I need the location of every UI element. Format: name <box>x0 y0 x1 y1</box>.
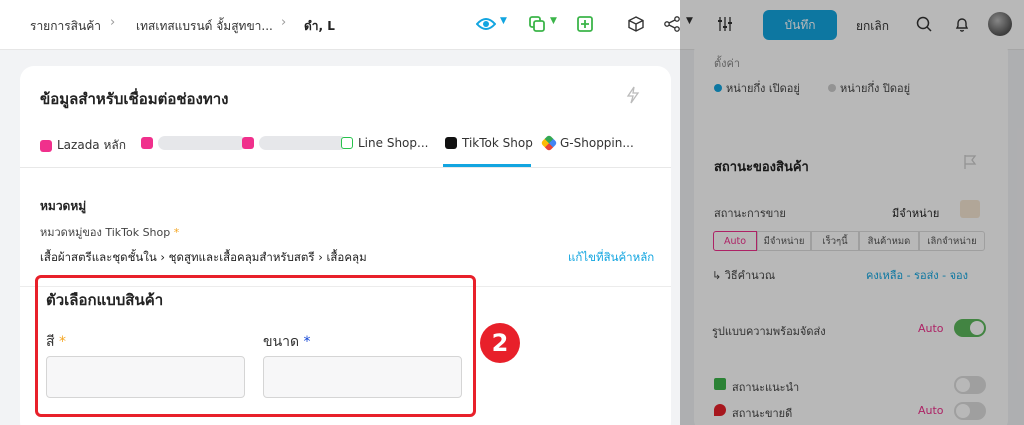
chip-available[interactable]: มีจำหน่าย <box>757 231 811 251</box>
settings-label: ตั้งค่า <box>714 57 741 70</box>
required-mark: * <box>303 334 311 350</box>
color-field[interactable] <box>46 356 245 398</box>
avatar[interactable] <box>988 12 1012 36</box>
radio-closed[interactable]: หน่ายกึ่ง ปิดอยู่ <box>828 79 910 97</box>
label-text: ขนาด <box>263 334 300 350</box>
card-title: ข้อมูลสำหรับเชื่อมต่อช่องทาง <box>40 90 229 108</box>
shipping-readiness-value: Auto <box>918 322 944 335</box>
radio-open[interactable]: หน่ายกึ่ง เปิดอยู่ <box>714 79 800 97</box>
calc-method-value[interactable]: คงเหลือ - รอส่ง - จอง <box>866 266 968 284</box>
lazada-icon <box>40 139 52 152</box>
tab-label: G-Shoppin... <box>560 136 634 150</box>
chip-auto[interactable]: Auto <box>713 231 757 251</box>
tab-lazada-3[interactable] <box>242 136 347 150</box>
bell-icon[interactable] <box>952 14 972 34</box>
tab-label: Line Shop... <box>358 136 429 150</box>
tab-lazada-2[interactable] <box>141 136 246 150</box>
redacted-label <box>158 136 246 150</box>
radio-checked-icon <box>714 84 722 92</box>
tab-lazada-main[interactable]: Lazada หลัก <box>40 136 126 155</box>
radio-label: หน่ายกึ่ง ปิดอยู่ <box>840 82 911 95</box>
bestseller-value: Auto <box>918 404 944 417</box>
radio-unchecked-icon <box>828 84 836 92</box>
size-label: ขนาด * <box>263 331 311 353</box>
chip-out-of-stock[interactable]: สินค้าหมด <box>859 231 919 251</box>
sale-status-value: มีจำหน่าย <box>892 207 940 220</box>
tiktok-category-label: หมวดหมู่ของ TikTok Shop * <box>40 223 179 241</box>
redacted-label <box>259 136 347 150</box>
lazada-icon <box>242 137 254 149</box>
share-icon[interactable] <box>662 14 682 34</box>
lazada-icon <box>141 137 153 149</box>
calc-method-label: ↳ วิธีคำนวณ <box>712 269 776 282</box>
line-shop-icon <box>341 137 353 149</box>
chip-coming-soon[interactable]: เร็วๆนี้ <box>811 231 859 251</box>
toggle-knob <box>970 321 984 335</box>
save-button[interactable]: บันทึก <box>763 10 837 40</box>
breadcrumb-separator: › <box>110 15 116 30</box>
breadcrumb-separator: › <box>281 15 287 30</box>
search-icon[interactable] <box>914 14 934 34</box>
active-tab-indicator <box>443 164 531 167</box>
shipping-readiness-label: รูปแบบความพร้อมจัดส่ง <box>712 325 826 338</box>
eye-icon[interactable] <box>476 14 496 34</box>
box-icon[interactable] <box>626 14 646 34</box>
add-icon[interactable] <box>575 14 595 34</box>
step-badge: 2 <box>480 323 520 363</box>
bolt-icon[interactable] <box>626 86 640 107</box>
breadcrumb-product[interactable]: เทสเทสแบรนด์ จั้มสูทขา... <box>136 17 273 36</box>
variant-options-title: ตัวเลือกแบบสินค้า <box>46 291 164 309</box>
label-text: วิธีคำนวณ <box>724 269 776 282</box>
chevron-down-icon[interactable]: ▼ <box>500 16 507 26</box>
category-heading: หมวดหมู่ <box>40 199 87 213</box>
tab-label: Lazada หลัก <box>57 138 127 152</box>
cancel-button[interactable]: ยกเลิก <box>856 17 889 36</box>
required-mark: * <box>173 226 180 239</box>
recommend-label: สถานะแนะนำ <box>732 381 800 394</box>
sale-status-label: สถานะการขาย <box>714 207 786 220</box>
store-icon <box>960 200 980 218</box>
recommend-toggle[interactable] <box>954 376 986 394</box>
tab-tiktok-shop[interactable]: TikTok Shop <box>445 136 533 150</box>
toggle-knob <box>956 378 970 392</box>
tab-google-shopping[interactable]: G-Shoppin... <box>540 134 634 152</box>
bestseller-label: สถานะขายดี <box>732 407 793 420</box>
color-label: สี * <box>46 331 66 353</box>
toggle-knob <box>956 404 970 418</box>
tab-line-shop[interactable]: Line Shop... <box>341 136 428 150</box>
edit-on-main-product-link[interactable]: แก้ไขที่สินค้าหลัก <box>568 249 654 267</box>
radio-label: หน่ายกึ่ง เปิดอยู่ <box>726 82 800 95</box>
flag-icon[interactable] <box>962 154 978 173</box>
chevron-down-icon[interactable]: ▼ <box>686 16 693 26</box>
fire-icon <box>714 404 726 416</box>
label-text: หมวดหมู่ของ TikTok Shop <box>40 226 171 239</box>
breadcrumb-products[interactable]: รายการสินค้า <box>30 17 101 36</box>
tab-label: TikTok Shop <box>462 136 533 150</box>
duplicate-icon[interactable] <box>527 14 547 34</box>
breadcrumb-variant: ดำ, L <box>304 19 335 33</box>
required-mark: * <box>59 334 66 350</box>
tiktok-icon <box>445 137 457 149</box>
chip-discontinued[interactable]: เลิกจำหน่าย <box>919 231 985 251</box>
category-path: เสื้อผ้าสตรีและชุดชั้นใน › ชุดสูทและเสื้… <box>40 250 367 264</box>
google-shopping-icon <box>540 134 558 152</box>
label-text: สี <box>46 334 55 350</box>
shipping-toggle[interactable] <box>954 319 986 337</box>
chevron-down-icon[interactable]: ▼ <box>550 16 557 26</box>
recommend-icon <box>714 378 726 390</box>
bestseller-toggle[interactable] <box>954 402 986 420</box>
size-field[interactable] <box>263 356 462 398</box>
settings-sliders-icon[interactable] <box>715 14 735 34</box>
status-title: สถานะของสินค้า <box>714 160 809 175</box>
